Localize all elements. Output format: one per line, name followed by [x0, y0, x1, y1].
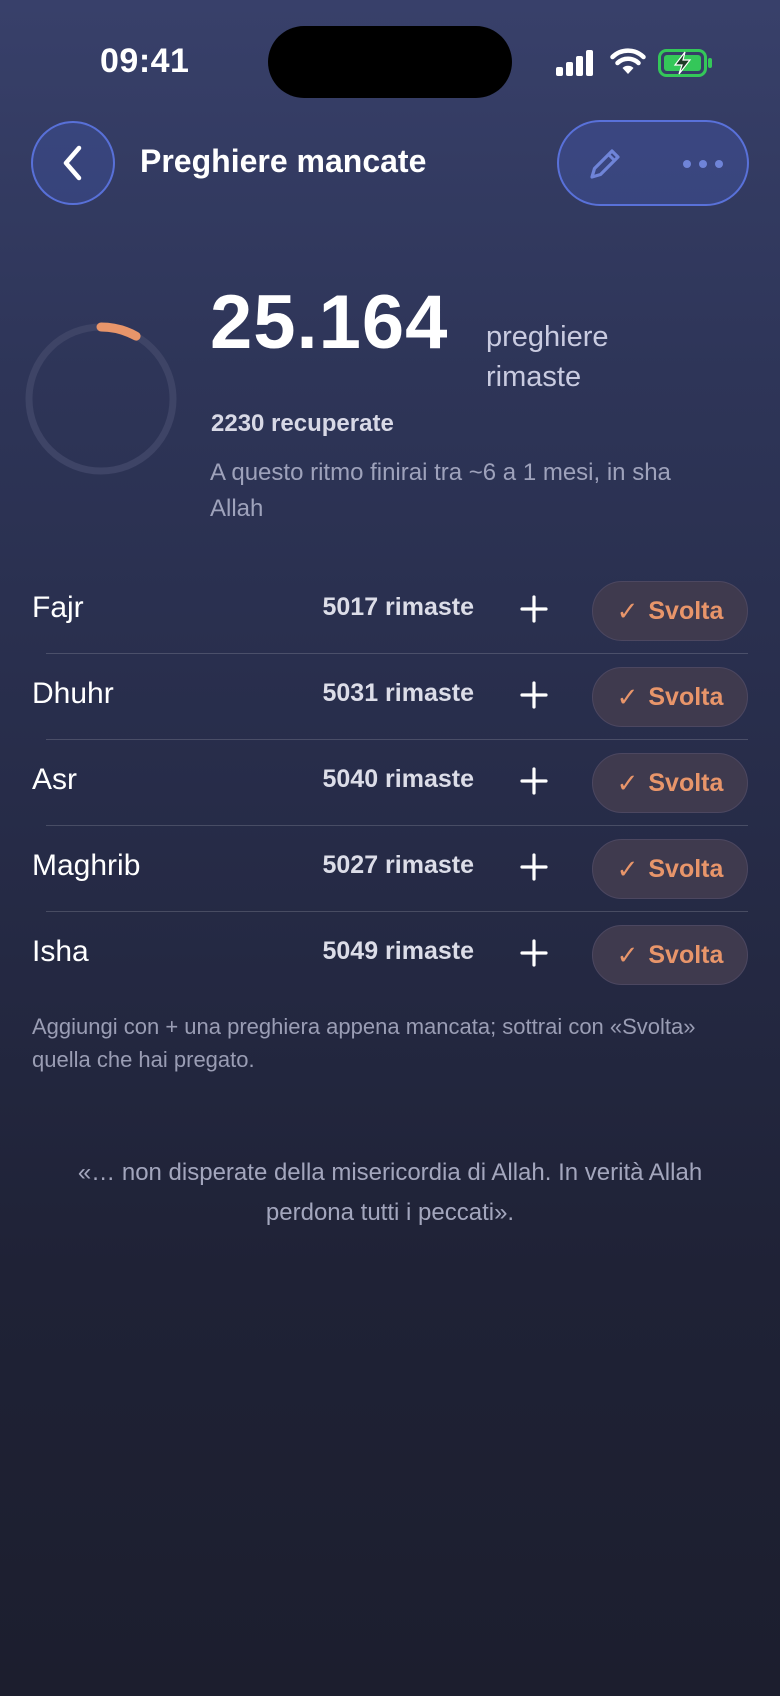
add-missed-button[interactable]: [514, 761, 554, 801]
prayer-row-maghrib: Maghrib 5027 rimaste ✓ Svolta: [0, 826, 780, 912]
prayer-row-fajr: Fajr 5017 rimaste ✓ Svolta: [0, 568, 780, 654]
prayer-row-asr: Asr 5040 rimaste ✓ Svolta: [0, 740, 780, 826]
plus-icon: [520, 681, 548, 709]
plus-icon: [520, 767, 548, 795]
plus-icon: [520, 595, 548, 623]
page-title: Preghiere mancate: [140, 143, 427, 179]
add-missed-button[interactable]: [514, 933, 554, 973]
quran-quote: «… non disperate della misericordia di A…: [77, 1159, 703, 1226]
mark-done-button[interactable]: ✓ Svolta: [592, 925, 748, 985]
header-actions: [557, 120, 749, 206]
prayer-name: Dhuhr: [32, 677, 114, 710]
checkmark-icon: ✓: [616, 853, 639, 884]
back-button[interactable]: [31, 121, 115, 205]
checkmark-icon: ✓: [616, 681, 639, 712]
status-time: 09:41: [100, 42, 190, 80]
missed-prayers-screen: 09:41 Preghiere mancate 25.164 preghiere…: [0, 0, 780, 1696]
add-missed-button[interactable]: [514, 847, 554, 887]
checkmark-icon: ✓: [616, 767, 639, 798]
cellular-signal-icon: [556, 50, 593, 76]
prayer-name: Fajr: [32, 591, 84, 624]
prayer-row-isha: Isha 5049 rimaste ✓ Svolta: [0, 912, 780, 998]
progress-ring-arc: [96, 322, 141, 341]
chevron-left-icon: [63, 145, 82, 181]
prayer-remaining: 5027 rimaste: [322, 851, 474, 879]
prayer-list: Fajr 5017 rimaste ✓ Svolta Dhuhr 5031 ri…: [0, 568, 780, 998]
prayer-name: Asr: [32, 763, 77, 796]
ellipsis-icon: [683, 160, 723, 168]
usage-hint: Aggiungi con + una preghiera appena manc…: [32, 1014, 696, 1072]
mark-done-button[interactable]: ✓ Svolta: [592, 667, 748, 727]
dynamic-island: [268, 26, 512, 98]
done-label: Svolta: [648, 682, 724, 711]
completion-estimate: A questo ritmo finirai tra ~6 a 1 mesi, …: [210, 459, 671, 522]
status-bar: 09:41: [0, 0, 780, 110]
prayer-remaining: 5040 rimaste: [322, 765, 474, 793]
battery-charging-icon: [658, 49, 712, 77]
done-label: Svolta: [648, 940, 724, 969]
remaining-total: 25.164: [210, 280, 449, 365]
prayer-remaining: 5049 rimaste: [322, 937, 474, 965]
more-button[interactable]: [671, 136, 735, 192]
done-label: Svolta: [648, 768, 724, 797]
done-label: Svolta: [648, 596, 724, 625]
wifi-icon: [610, 48, 646, 74]
edit-button[interactable]: [577, 136, 633, 192]
prayer-remaining: 5031 rimaste: [322, 679, 474, 707]
prayer-name: Isha: [32, 935, 89, 968]
checkmark-icon: ✓: [616, 939, 639, 970]
remaining-unit: preghiere rimaste: [486, 321, 609, 393]
recovered-count: 2230 recuperate: [211, 410, 394, 437]
status-icons: [556, 46, 716, 80]
mark-done-button[interactable]: ✓ Svolta: [592, 753, 748, 813]
prayer-row-dhuhr: Dhuhr 5031 rimaste ✓ Svolta: [0, 654, 780, 740]
checkmark-icon: ✓: [616, 595, 639, 626]
progress-ring: [25, 322, 177, 475]
prayer-name: Maghrib: [32, 849, 141, 882]
plus-icon: [520, 939, 548, 967]
add-missed-button[interactable]: [514, 589, 554, 629]
mark-done-button[interactable]: ✓ Svolta: [592, 839, 748, 899]
done-label: Svolta: [648, 854, 724, 883]
plus-icon: [520, 853, 548, 881]
mark-done-button[interactable]: ✓ Svolta: [592, 581, 748, 641]
prayer-remaining: 5017 rimaste: [322, 593, 474, 621]
add-missed-button[interactable]: [514, 675, 554, 715]
pencil-icon: [590, 149, 620, 179]
